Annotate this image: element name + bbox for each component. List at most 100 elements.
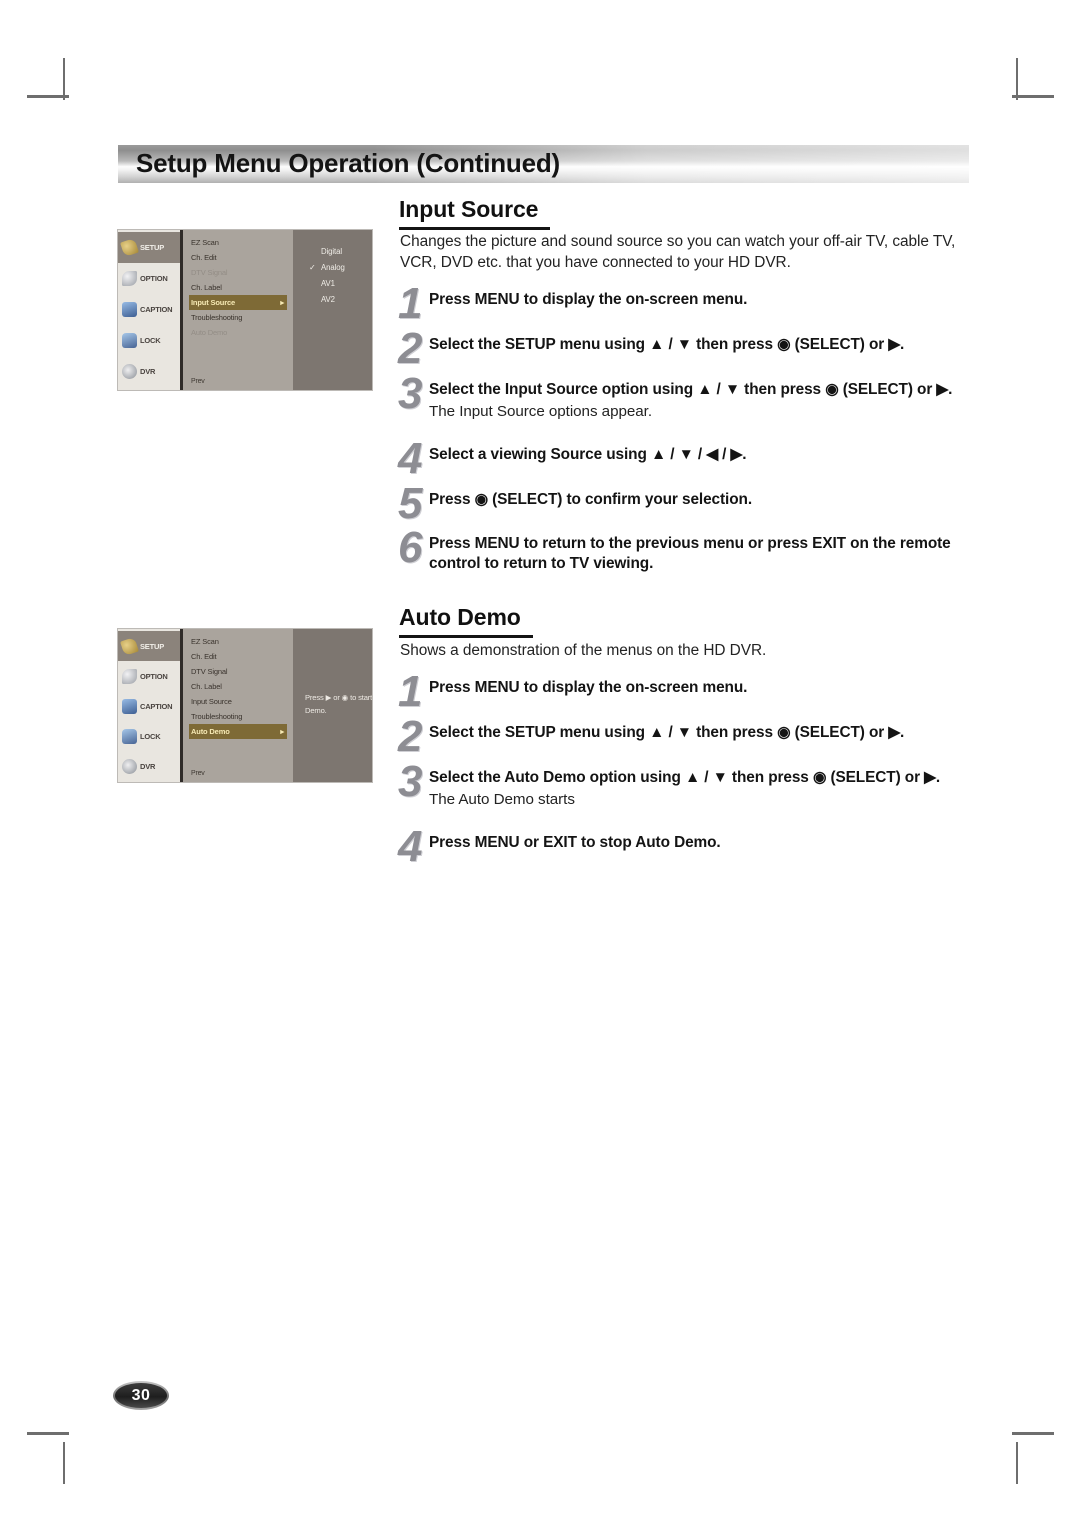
- osd-option-selected: Analog: [307, 260, 372, 276]
- osd-sidebar-item-option: OPTION: [118, 661, 180, 691]
- checkmark-icon: [122, 271, 137, 286]
- wrench-icon: [120, 238, 139, 257]
- osd-options-panel: Press ▶ or ◉ to start Auto Demo.: [293, 629, 372, 782]
- osd-sidebar-item-setup: SETUP: [118, 631, 180, 662]
- osd-footer-prev: Prev: [191, 378, 205, 385]
- osd-option: Digital: [321, 247, 342, 256]
- osd-option: AV1: [321, 279, 335, 288]
- crop-mark-top-right-horizontal: [1012, 95, 1054, 98]
- osd-sidebar-label: LOCK: [140, 336, 161, 345]
- step-item: 2 Select the SETUP menu using ▲ / ▼ then…: [398, 715, 980, 759]
- step-content: Press MENU to display the on-screen menu…: [426, 290, 980, 310]
- osd-menu-list: EZ Scan Ch. Edit DTV Signal Ch. Label In…: [183, 230, 293, 390]
- step-number: 1: [398, 667, 423, 716]
- step-title: Select a viewing Source using ▲ / ▼ / ◀ …: [429, 446, 747, 463]
- osd-sidebar-label: DVR: [140, 367, 156, 376]
- osd-sidebar-item-caption: CAPTION: [118, 294, 180, 325]
- osd-sidebar-label: LOCK: [140, 732, 161, 742]
- osd-sidebar-label: CAPTION: [140, 305, 173, 314]
- step-item: 4 Press MENU or EXIT to stop Auto Demo.: [398, 825, 980, 869]
- step-title: Press MENU to display the on-screen menu…: [429, 679, 748, 696]
- step-item: 4 Select a viewing Source using ▲ / ▼ / …: [398, 437, 980, 481]
- disc-icon: [122, 759, 137, 775]
- step-content: Press MENU or EXIT to stop Auto Demo.: [426, 833, 980, 853]
- crop-mark-top-left-horizontal: [27, 95, 69, 98]
- step-content: Press MENU to return to the previous men…: [426, 534, 980, 574]
- step-content: Select the SETUP menu using ▲ / ▼ then p…: [426, 723, 980, 743]
- lock-icon: [122, 729, 137, 745]
- section-heading-input-source: Input Source: [399, 196, 551, 230]
- section-intro-auto-demo: Shows a demonstration of the menus on th…: [400, 642, 767, 659]
- step-title: Select the SETUP menu using ▲ / ▼ then p…: [429, 336, 905, 353]
- step-item: 2 Select the SETUP menu using ▲ / ▼ then…: [398, 327, 980, 371]
- step-number: 1: [398, 279, 423, 328]
- osd-menu-item: Auto Demo: [191, 328, 228, 337]
- step-title: Press MENU or EXIT to stop Auto Demo.: [429, 834, 721, 851]
- section-intro-input-source: Changes the picture and sound source so …: [400, 233, 956, 271]
- step-content: Select the SETUP menu using ▲ / ▼ then p…: [426, 335, 980, 355]
- osd-menu-item: Ch. Label: [191, 283, 222, 292]
- step-number: 2: [398, 712, 423, 761]
- osd-option: AV2: [321, 295, 335, 304]
- step-number: 3: [398, 757, 423, 806]
- step-item: 1 Press MENU to display the on-screen me…: [398, 282, 980, 326]
- osd-menu-list: EZ Scan Ch. Edit DTV Signal Ch. Label In…: [183, 629, 293, 782]
- step-content: Select the Input Source option using ▲ /…: [426, 380, 980, 422]
- osd-sidebar-label: DVR: [140, 762, 156, 772]
- step-number: 3: [398, 369, 423, 418]
- step-number: 4: [398, 822, 423, 871]
- osd-menu-item-selected: Auto Demo: [189, 724, 287, 739]
- crop-mark-bottom-left-vertical: [63, 1442, 65, 1484]
- step-item: 3 Select the Input Source option using ▲…: [398, 372, 980, 422]
- step-content: Select the Auto Demo option using ▲ / ▼ …: [426, 768, 980, 810]
- osd-sidebar-label: SETUP: [140, 243, 165, 252]
- crop-mark-bottom-right-vertical: [1016, 1442, 1018, 1484]
- crop-mark-top-right-vertical: [1016, 58, 1018, 100]
- checkmark-icon: [122, 668, 137, 684]
- wrench-icon: [120, 636, 139, 656]
- step-title: Select the Input Source option using ▲ /…: [429, 381, 953, 398]
- section-heading-auto-demo: Auto Demo: [399, 604, 533, 638]
- osd-options-panel: Digital Analog AV1 AV2: [293, 230, 372, 390]
- step-number: 5: [398, 479, 423, 528]
- caption-icon: [122, 302, 137, 317]
- step-item: 1 Press MENU to display the on-screen me…: [398, 670, 980, 714]
- step-title: Select the SETUP menu using ▲ / ▼ then p…: [429, 724, 905, 741]
- osd-sidebar-item-setup: SETUP: [118, 232, 180, 263]
- crop-mark-bottom-left-horizontal: [27, 1432, 69, 1435]
- caption-icon: [122, 699, 137, 714]
- step-note: The Input Source options appear.: [429, 403, 652, 420]
- lock-icon: [122, 333, 137, 348]
- osd-menu-item-selected: Input Source: [189, 295, 287, 310]
- osd-sidebar-item-lock: LOCK: [118, 325, 180, 356]
- osd-sidebar-label: SETUP: [140, 641, 165, 651]
- osd-footer-prev: Prev: [191, 770, 205, 777]
- step-note: The Auto Demo starts: [429, 791, 575, 808]
- step-item: 6 Press MENU to return to the previous m…: [398, 526, 980, 574]
- step-title: Select the Auto Demo option using ▲ / ▼ …: [429, 769, 941, 786]
- osd-menu-item: EZ Scan: [191, 637, 219, 646]
- osd-sidebar-label: OPTION: [140, 671, 168, 681]
- step-title: Press MENU to return to the previous men…: [429, 535, 951, 572]
- osd-sidebar: SETUP OPTION CAPTION LOCK DVR: [118, 629, 183, 782]
- page-title: Setup Menu Operation (Continued): [136, 148, 561, 178]
- page-number: 30: [115, 1383, 167, 1408]
- osd-sidebar-item-caption: CAPTION: [118, 691, 180, 721]
- step-title: Press ◉ (SELECT) to confirm your selecti…: [429, 491, 752, 508]
- osd-sidebar: SETUP OPTION CAPTION LOCK DVR: [118, 230, 183, 390]
- step-item: 3 Select the Auto Demo option using ▲ / …: [398, 760, 980, 810]
- crop-mark-top-left-vertical: [63, 58, 65, 100]
- osd-sidebar-label: CAPTION: [140, 702, 173, 711]
- step-content: Select a viewing Source using ▲ / ▼ / ◀ …: [426, 445, 980, 465]
- step-number: 2: [398, 324, 423, 373]
- disc-icon: [122, 364, 137, 379]
- osd-hint-text: Press ▶ or ◉ to start Auto Demo.: [305, 693, 373, 715]
- osd-screenshot-input-source: SETUP OPTION CAPTION LOCK DVR EZ Scan Ch…: [117, 229, 373, 391]
- osd-menu-item: Ch. Edit: [191, 652, 217, 661]
- osd-menu-item: DTV Signal: [191, 268, 228, 277]
- step-content: Press MENU to display the on-screen menu…: [426, 678, 980, 698]
- step-title: Press MENU to display the on-screen menu…: [429, 291, 748, 308]
- osd-menu-item: Input Source: [191, 697, 232, 706]
- osd-sidebar-item-lock: LOCK: [118, 722, 180, 752]
- step-number: 6: [398, 523, 423, 572]
